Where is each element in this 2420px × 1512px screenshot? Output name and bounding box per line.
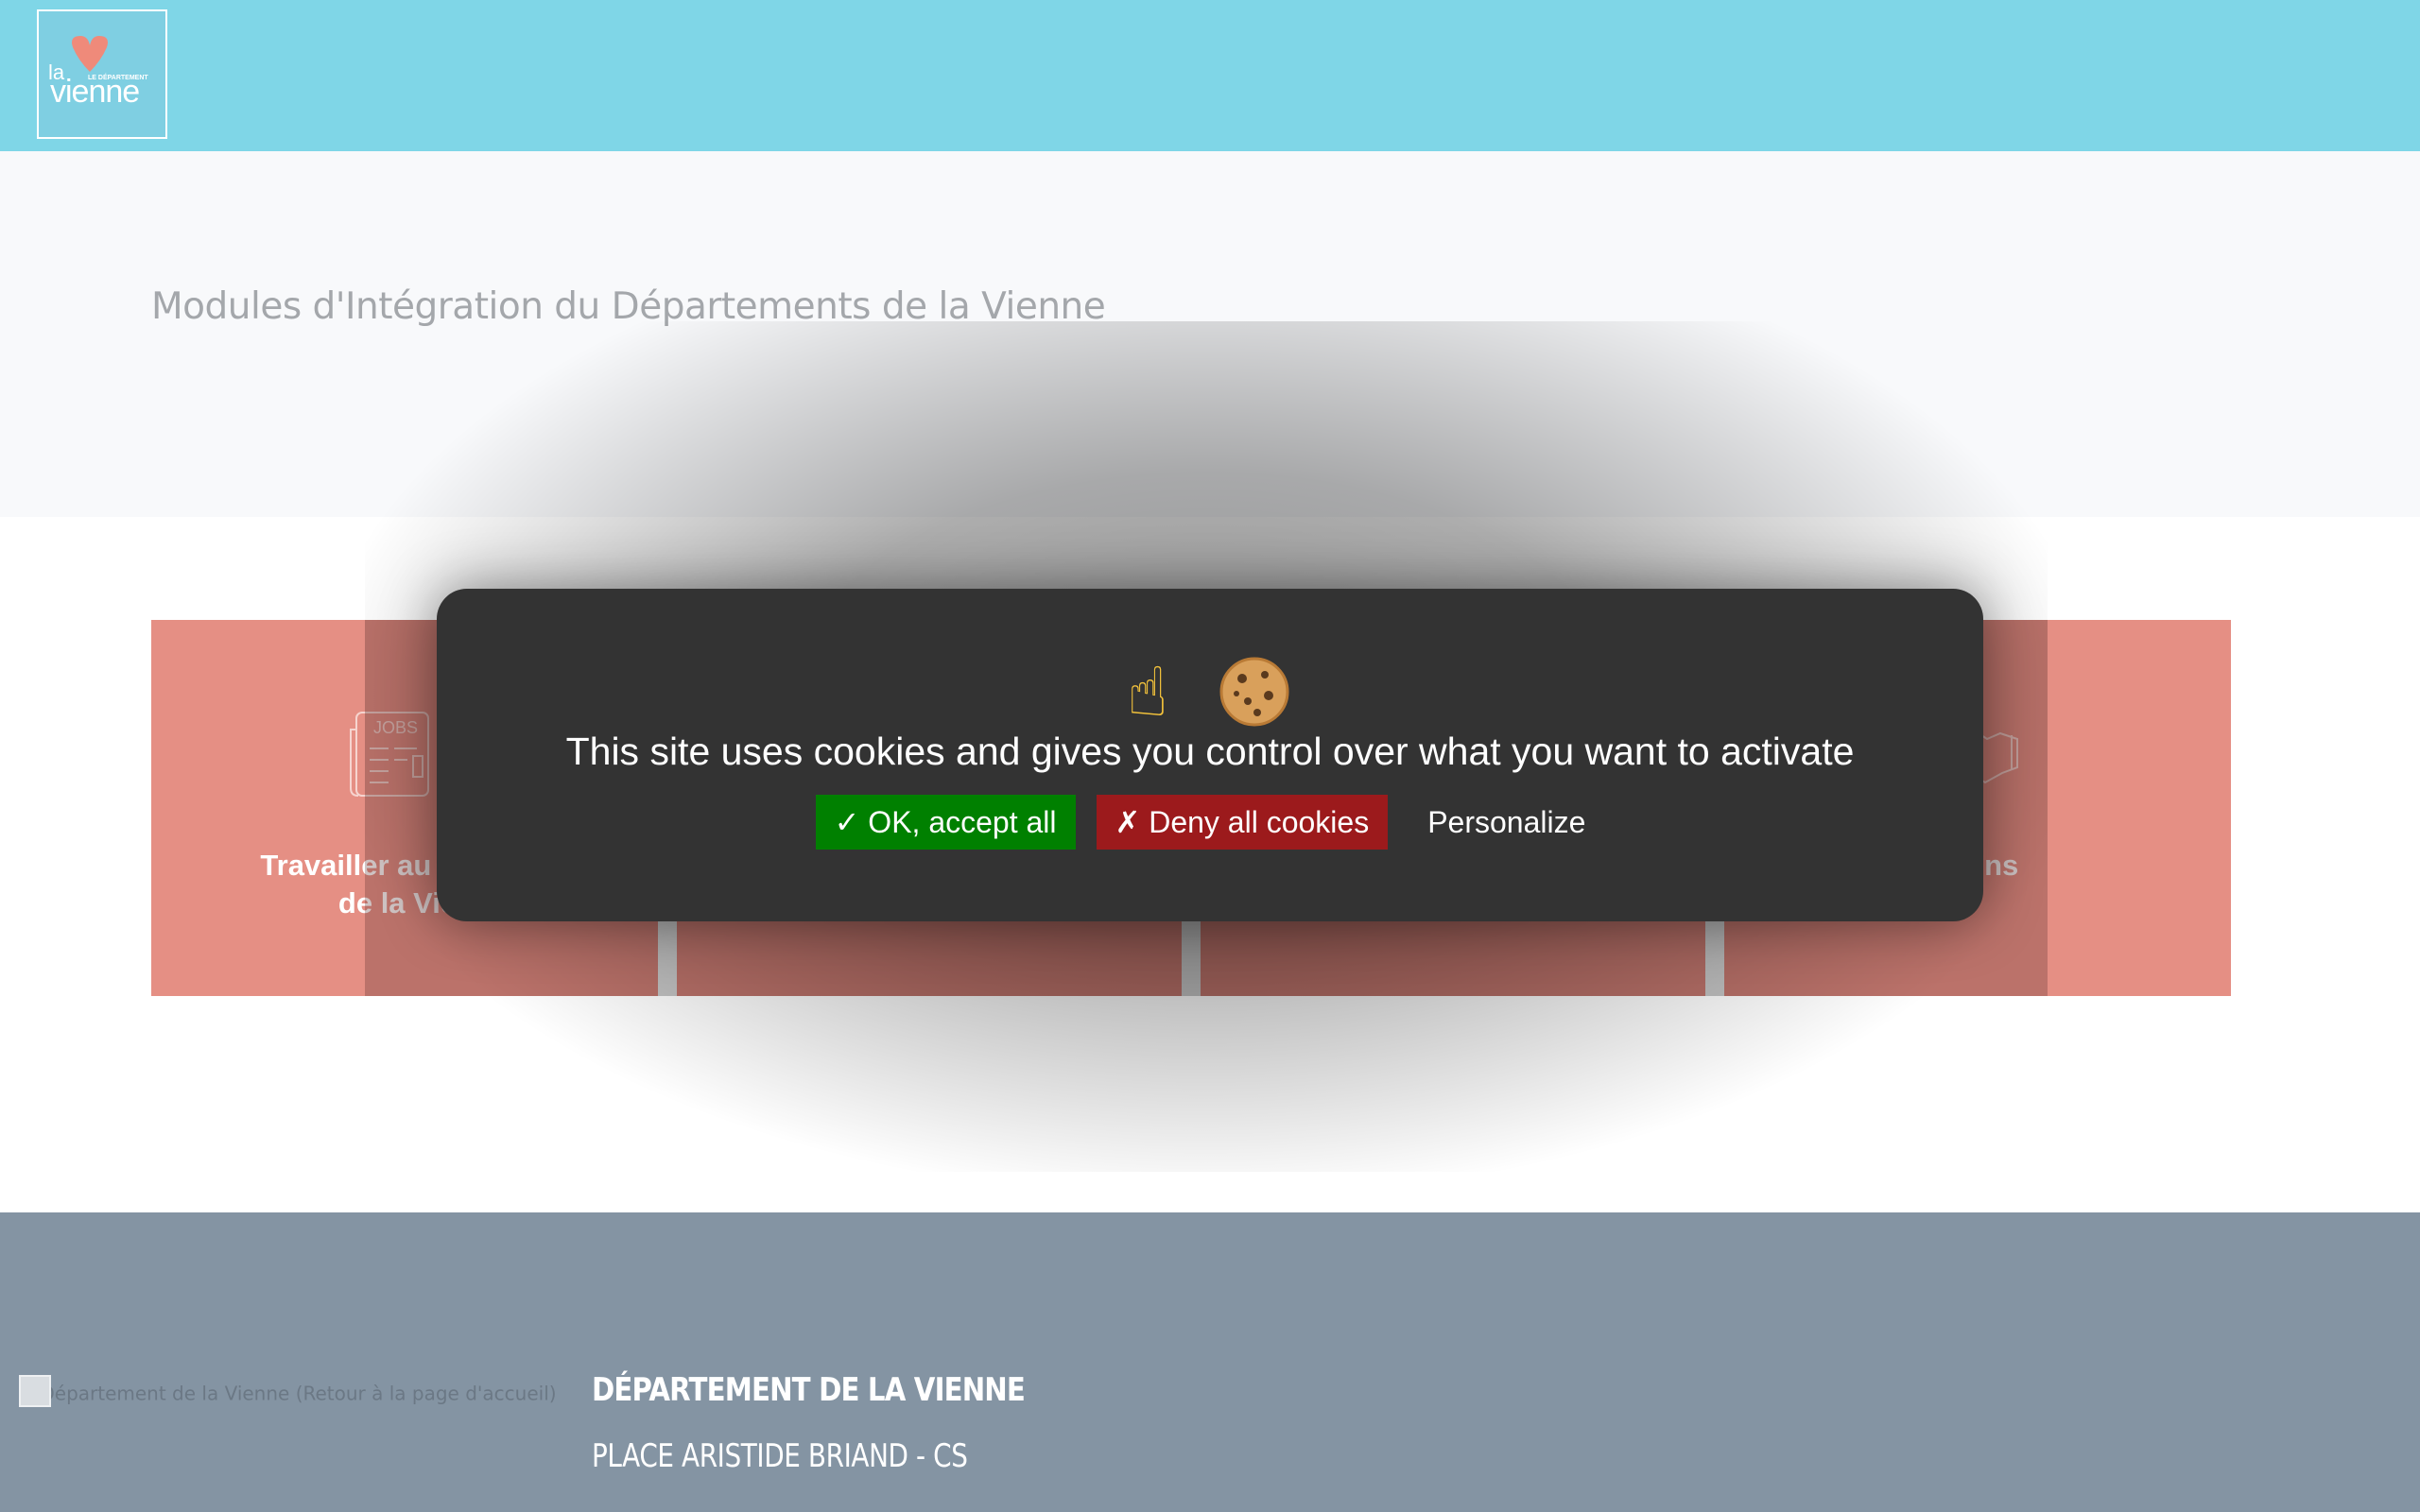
tile-divider bbox=[1182, 921, 1201, 996]
cookie-message: This site uses cookies and gives you con… bbox=[565, 730, 1855, 773]
deny-all-cookies-button[interactable]: ✗ Deny all cookies bbox=[1096, 795, 1389, 850]
site-header: la LE DÉPARTEMENT vienne bbox=[0, 0, 2420, 151]
cookie-consent-banner: ☝ This site uses cookies and gives you c… bbox=[437, 589, 1983, 921]
personalize-cookies-button[interactable]: Personalize bbox=[1409, 795, 1604, 850]
tile-divider bbox=[1705, 921, 1724, 996]
svg-text:vienne: vienne bbox=[50, 74, 139, 110]
pointing-finger-icon: ☝ bbox=[1127, 651, 1168, 731]
accept-all-cookies-button[interactable]: ✓ OK, accept all bbox=[815, 795, 1076, 850]
site-footer: Département de la Vienne (Retour à la pa… bbox=[0, 1212, 2420, 1512]
page-title: Modules d'Intégration du Départements de… bbox=[151, 285, 1106, 328]
la-vienne-logo: la LE DÉPARTEMENT vienne bbox=[39, 11, 165, 137]
site-logo-link[interactable]: la LE DÉPARTEMENT vienne bbox=[37, 9, 167, 139]
cookie-icon bbox=[1219, 657, 1289, 727]
cookie-actions: ✓ OK, accept all ✗ Deny all cookies Pers… bbox=[437, 795, 1983, 850]
tile-divider bbox=[658, 921, 677, 996]
broken-image-icon bbox=[19, 1375, 51, 1407]
footer-org-name: DÉPARTEMENT DE LA VIENNE bbox=[592, 1371, 1026, 1409]
footer-logo-alt: Département de la Vienne (Retour à la pa… bbox=[40, 1382, 557, 1405]
cookie-emoji-row: ☝ bbox=[437, 649, 1983, 730]
footer-logo-link[interactable]: Département de la Vienne (Retour à la pa… bbox=[19, 1375, 557, 1411]
intro-section bbox=[0, 151, 2420, 517]
footer-address: PLACE ARISTIDE BRIAND - CS bbox=[592, 1437, 968, 1475]
